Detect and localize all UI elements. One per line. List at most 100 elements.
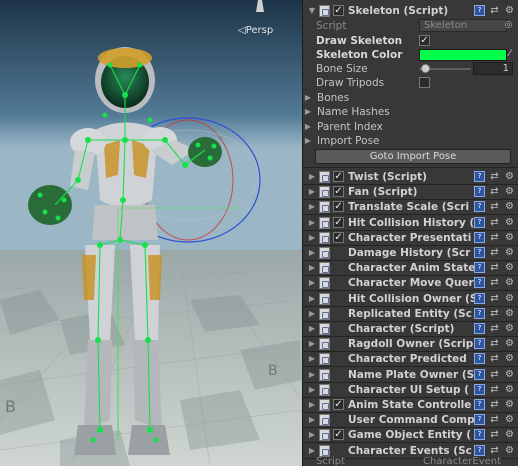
gear-icon[interactable]: ⚙ [504,399,515,410]
book-icon[interactable]: ? [474,232,485,243]
gear-icon[interactable]: ⚙ [504,217,515,228]
component-header[interactable]: ▶ ✓ Fan (Script)? ⇄ ⚙ [303,184,518,199]
gear-icon[interactable]: ⚙ [504,186,515,197]
gear-icon[interactable]: ⚙ [504,445,515,456]
gear-icon[interactable]: ⚙ [504,232,515,243]
book-icon[interactable]: ? [474,308,485,319]
foldout-closed-icon[interactable]: ▶ [303,93,313,102]
component-header[interactable]: ▶ ✓ Game Object Entity (? ⇄ ⚙ [303,427,518,442]
goto-import-pose-button[interactable]: Goto Import Pose [315,149,511,164]
foldout-closed-icon[interactable]: ▶ [307,385,317,394]
foldout-closed-icon[interactable]: ▶ [307,324,317,333]
foldout-closed-icon[interactable]: ▶ [303,136,313,145]
settings-icon[interactable]: ⇄ [489,277,500,288]
component-header-skeleton[interactable]: ▼ ✓ Skeleton (Script) ? ⇄ ⚙ [303,3,518,18]
target-icon[interactable]: ◎ [503,20,514,31]
foldout-closed-icon[interactable]: ▶ [307,430,317,439]
foldout-closed-icon[interactable]: ▶ [307,218,317,227]
book-icon[interactable]: ? [474,384,485,395]
component-enabled-checkbox[interactable]: ✓ [333,232,344,243]
skeleton-color-swatch[interactable] [419,49,507,61]
book-icon[interactable]: ? [474,186,485,197]
component-header[interactable]: ▶ ✓ Hit Collision History (? ⇄ ⚙ [303,215,518,230]
component-header[interactable]: ▶ Replicated Entity (Sc? ⇄ ⚙ [303,306,518,321]
import-pose-foldout[interactable]: ▶ Import Pose [303,133,518,148]
gear-icon[interactable]: ⚙ [504,262,515,273]
book-icon[interactable]: ? [474,293,485,304]
settings-icon[interactable]: ⇄ [489,293,500,304]
gear-icon[interactable]: ⚙ [504,323,515,334]
gear-icon[interactable]: ⚙ [504,201,515,212]
foldout-closed-icon[interactable]: ▶ [307,172,317,181]
gear-icon[interactable]: ⚙ [504,308,515,319]
component-enabled-checkbox[interactable]: ✓ [333,217,344,228]
draw-skeleton-checkbox[interactable]: ✓ [419,35,430,46]
book-icon[interactable]: ? [474,445,485,456]
settings-icon[interactable]: ⇄ [489,384,500,395]
component-enabled-checkbox[interactable]: ✓ [333,201,344,212]
settings-icon[interactable]: ⇄ [489,399,500,410]
foldout-closed-icon[interactable]: ▶ [307,263,317,272]
settings-icon[interactable]: ⇄ [489,232,500,243]
book-icon[interactable]: ? [474,247,485,258]
component-header[interactable]: ▶ Hit Collision Owner (S? ⇄ ⚙ [303,291,518,306]
foldout-closed-icon[interactable]: ▶ [307,354,317,363]
gear-icon[interactable]: ⚙ [504,369,515,380]
component-header[interactable]: ▶ Character (Script)? ⇄ ⚙ [303,321,518,336]
book-icon[interactable]: ? [474,353,485,364]
foldout-closed-icon[interactable]: ▶ [307,309,317,318]
component-header[interactable]: ▶ Damage History (Scr? ⇄ ⚙ [303,245,518,260]
settings-icon[interactable]: ⇄ [489,247,500,258]
component-header[interactable]: ▶ Ragdoll Owner (Scrip? ⇄ ⚙ [303,336,518,351]
foldout-closed-icon[interactable]: ▶ [303,107,313,116]
settings-icon[interactable]: ⇄ [489,353,500,364]
foldout-closed-icon[interactable]: ▶ [307,415,317,424]
foldout-closed-icon[interactable]: ▶ [303,122,313,131]
gear-icon[interactable]: ⚙ [504,5,515,16]
component-header[interactable]: ▶ Name Plate Owner (S? ⇄ ⚙ [303,367,518,382]
settings-icon[interactable]: ⇄ [489,201,500,212]
settings-icon[interactable]: ⇄ [489,414,500,425]
book-icon[interactable]: ? [474,323,485,334]
settings-icon[interactable]: ⇄ [489,323,500,334]
component-enabled-checkbox[interactable]: ✓ [333,429,344,440]
component-enabled-checkbox[interactable]: ✓ [333,399,344,410]
foldout-closed-icon[interactable]: ▶ [307,278,317,287]
component-enabled-checkbox[interactable]: ✓ [333,171,344,182]
script-field[interactable]: CharacterEvent [423,456,501,466]
component-header[interactable]: ▶ ✓ Character Presentati? ⇄ ⚙ [303,230,518,245]
foldout-closed-icon[interactable]: ▶ [307,294,317,303]
book-icon[interactable]: ? [474,338,485,349]
draw-tripods-checkbox[interactable] [419,77,430,88]
component-enabled-checkbox[interactable]: ✓ [333,5,344,16]
settings-icon[interactable]: ⇄ [489,445,500,456]
gear-icon[interactable]: ⚙ [504,384,515,395]
book-icon[interactable]: ? [474,262,485,273]
gear-icon[interactable]: ⚙ [504,338,515,349]
book-icon[interactable]: ? [474,399,485,410]
book-icon[interactable]: ? [474,414,485,425]
gear-icon[interactable]: ⚙ [504,414,515,425]
parent-index-foldout[interactable]: ▶ Parent Index [303,119,518,134]
settings-icon[interactable]: ⇄ [489,308,500,319]
book-icon[interactable]: ? [474,5,485,16]
gear-icon[interactable]: ⚙ [504,293,515,304]
bones-foldout[interactable]: ▶ Bones [303,90,518,105]
book-icon[interactable]: ? [474,277,485,288]
projection-toggle[interactable]: ◁Persp [238,25,273,36]
component-header[interactable]: ▶ ✓ Twist (Script)? ⇄ ⚙ [303,169,518,184]
settings-icon[interactable]: ⇄ [489,186,500,197]
component-header[interactable]: ▶ Character UI Setup (? ⇄ ⚙ [303,382,518,397]
component-header[interactable]: ▶ Character Predicted? ⇄ ⚙ [303,351,518,366]
gear-icon[interactable]: ⚙ [504,277,515,288]
foldout-open-icon[interactable]: ▼ [307,6,317,15]
gear-icon[interactable]: ⚙ [504,353,515,364]
gear-icon[interactable]: ⚙ [504,429,515,440]
book-icon[interactable]: ? [474,217,485,228]
foldout-closed-icon[interactable]: ▶ [307,202,317,211]
settings-icon[interactable]: ⇄ [489,338,500,349]
foldout-closed-icon[interactable]: ▶ [307,446,317,455]
script-field[interactable]: Skeleton [419,19,507,32]
component-header[interactable]: ▶ Character Anim State? ⇄ ⚙ [303,260,518,275]
foldout-closed-icon[interactable]: ▶ [307,233,317,242]
